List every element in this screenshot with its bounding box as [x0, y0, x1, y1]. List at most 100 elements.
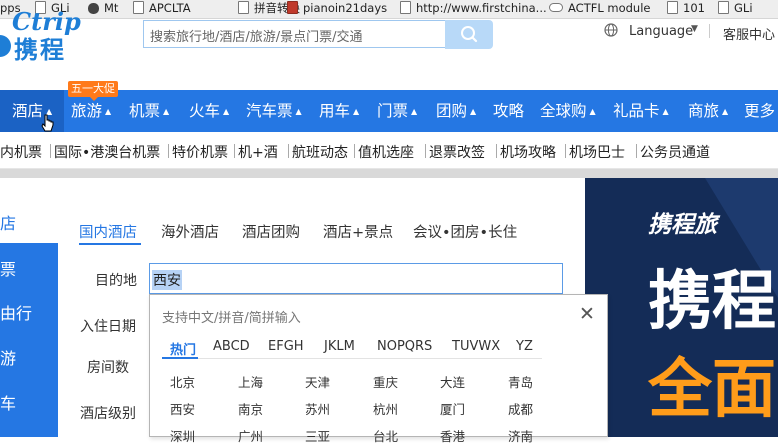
subnav-divider	[565, 144, 566, 158]
search-icon	[461, 26, 478, 43]
bookmark-label: APCLTA	[149, 1, 191, 15]
bookmark-mt[interactable]: Mt	[88, 0, 118, 18]
city-option[interactable]: 天津	[305, 372, 330, 391]
subnav-item[interactable]: 退票改签	[429, 142, 485, 162]
rooms-label: 房间数	[87, 360, 129, 376]
bookmarks-bar: pps GLi Mt APCLTA 拼音转换 pianoin21days htt…	[0, 0, 778, 19]
bookmark-gli-2[interactable]: GLi	[718, 0, 753, 18]
category-item-tour[interactable]: 游	[0, 345, 16, 369]
subnav-divider	[425, 144, 426, 158]
cloud-icon	[549, 3, 563, 12]
nav-label: 机票	[129, 102, 161, 120]
bookmark-firstchina[interactable]: http://www.firstchina...	[400, 0, 547, 18]
category-item-hotel[interactable]: 店	[0, 210, 16, 234]
subnav-item[interactable]: 航班动态	[292, 142, 348, 162]
nav-label: 酒店	[12, 102, 44, 120]
nav-item-car[interactable]: 用车 ▲	[319, 99, 359, 123]
subnav-divider	[636, 144, 637, 158]
nav-item-giftcard[interactable]: 礼品卡 ▲	[613, 99, 669, 123]
chevron-down-icon: ▼	[691, 24, 698, 34]
tab-hotel-attraction[interactable]: 酒店+景点	[323, 221, 393, 242]
language-selector[interactable]: Language	[629, 24, 693, 39]
nav-label: 更多	[744, 102, 776, 120]
bookmark-actfl[interactable]: ACTFL module	[549, 0, 651, 18]
dropdown-tab-hot[interactable]: 热门	[170, 339, 196, 358]
bookmark-101[interactable]: 101	[667, 0, 705, 18]
category-item-ticket[interactable]: 票	[0, 256, 16, 280]
nav-item-globalshop[interactable]: 全球购 ▲	[540, 99, 596, 123]
chevron-down-icon: ▲	[223, 107, 230, 116]
tab-domestic-hotel[interactable]: 国内酒店	[79, 221, 137, 242]
subnav-item[interactable]: 机+酒	[238, 142, 278, 162]
bookmark-label: pianoin21days	[303, 1, 388, 15]
subnav-divider	[354, 144, 355, 158]
promo-badge[interactable]: 五一大促	[68, 81, 118, 101]
tab-overseas-hotel[interactable]: 海外酒店	[161, 221, 219, 242]
search-button[interactable]	[445, 20, 493, 49]
dropdown-tab-yz[interactable]: YZ	[516, 339, 533, 354]
dropdown-tab-efgh[interactable]: EFGH	[268, 339, 304, 354]
dropdown-tab-tuvwx[interactable]: TUVWX	[452, 339, 500, 354]
nav-item-flights[interactable]: 机票 ▲	[129, 99, 169, 123]
city-option[interactable]: 济南	[508, 426, 533, 445]
city-option[interactable]: 上海	[238, 372, 263, 391]
nav-item-more[interactable]: 更多	[744, 99, 775, 123]
dropdown-tab-nopqrs[interactable]: NOPQRS	[377, 339, 432, 354]
dropdown-tab-abcd[interactable]: ABCD	[213, 339, 250, 354]
category-item-freetravel[interactable]: 由行	[0, 300, 32, 324]
nav-item-bus[interactable]: 汽车票 ▲	[246, 99, 302, 123]
city-option[interactable]: 成都	[508, 399, 533, 418]
city-option[interactable]: 三亚	[305, 426, 330, 445]
subnav-item[interactable]: 内机票	[0, 142, 42, 162]
city-option[interactable]: 重庆	[373, 372, 398, 391]
city-option[interactable]: 西安	[170, 399, 195, 418]
city-option[interactable]: 广州	[238, 426, 263, 445]
category-item-car[interactable]: 车	[0, 390, 16, 414]
nav-label: 团购	[436, 102, 468, 120]
subnav-item[interactable]: 机场攻略	[500, 142, 556, 162]
subnav-item[interactable]: 国际•港澳台机票	[54, 142, 160, 162]
nav-item-groupbuy[interactable]: 团购 ▲	[436, 99, 476, 123]
destination-input[interactable]	[149, 263, 563, 294]
bookmark-label: http://www.firstchina...	[416, 1, 547, 15]
chevron-down-icon: ▲	[353, 107, 360, 116]
subnav-item[interactable]: 公务员通道	[640, 142, 710, 162]
tab-meeting-longstay[interactable]: 会议•团房•长住	[413, 221, 517, 242]
logo-cn[interactable]: 携程	[14, 30, 66, 65]
checkin-label: 入住日期	[80, 319, 136, 335]
page-icon	[667, 1, 678, 14]
nav-label: 礼品卡	[613, 102, 660, 120]
city-option[interactable]: 大连	[440, 372, 465, 391]
flights-subnav: 内机票 国际•港澳台机票 特价机票 机+酒 航班动态 值机选座 退票改签 机场攻…	[0, 132, 778, 169]
subnav-item[interactable]: 机场巴士	[569, 142, 625, 162]
bookmark-label: GLi	[734, 1, 753, 15]
subnav-item[interactable]: 值机选座	[358, 142, 414, 162]
bookmark-piano[interactable]: pianoin21days	[287, 0, 387, 18]
nav-item-guides[interactable]: 攻略	[493, 99, 524, 123]
nav-label: 汽车票	[246, 102, 293, 120]
close-icon[interactable]: ✕	[579, 303, 595, 325]
city-option[interactable]: 台北	[373, 426, 398, 445]
globe-icon[interactable]	[604, 23, 618, 37]
city-option[interactable]: 厦门	[440, 399, 465, 418]
city-option[interactable]: 青岛	[508, 372, 533, 391]
bookmark-label: ACTFL module	[568, 1, 651, 15]
tab-hotel-groupbuy[interactable]: 酒店团购	[242, 221, 300, 242]
customer-service-link[interactable]: 客服中心	[723, 24, 775, 43]
city-option[interactable]: 苏州	[305, 399, 330, 418]
dropdown-tab-jklm[interactable]: JKLM	[324, 339, 355, 354]
city-option[interactable]: 杭州	[373, 399, 398, 418]
bookmark-label: Mt	[104, 1, 119, 15]
nav-item-train[interactable]: 火车 ▲	[189, 99, 229, 123]
banner-headline-2: 全面	[648, 353, 776, 427]
subnav-item[interactable]: 特价机票	[172, 142, 228, 162]
page-icon	[238, 1, 249, 14]
city-option[interactable]: 北京	[170, 372, 195, 391]
city-option[interactable]: 南京	[238, 399, 263, 418]
nav-item-business[interactable]: 商旅 ▲	[688, 99, 728, 123]
city-option[interactable]: 香港	[440, 426, 465, 445]
nav-item-tickets[interactable]: 门票 ▲	[377, 99, 417, 123]
red-icon	[287, 1, 298, 14]
bookmark-apclta[interactable]: APCLTA	[133, 0, 191, 18]
city-option[interactable]: 深圳	[170, 426, 195, 445]
